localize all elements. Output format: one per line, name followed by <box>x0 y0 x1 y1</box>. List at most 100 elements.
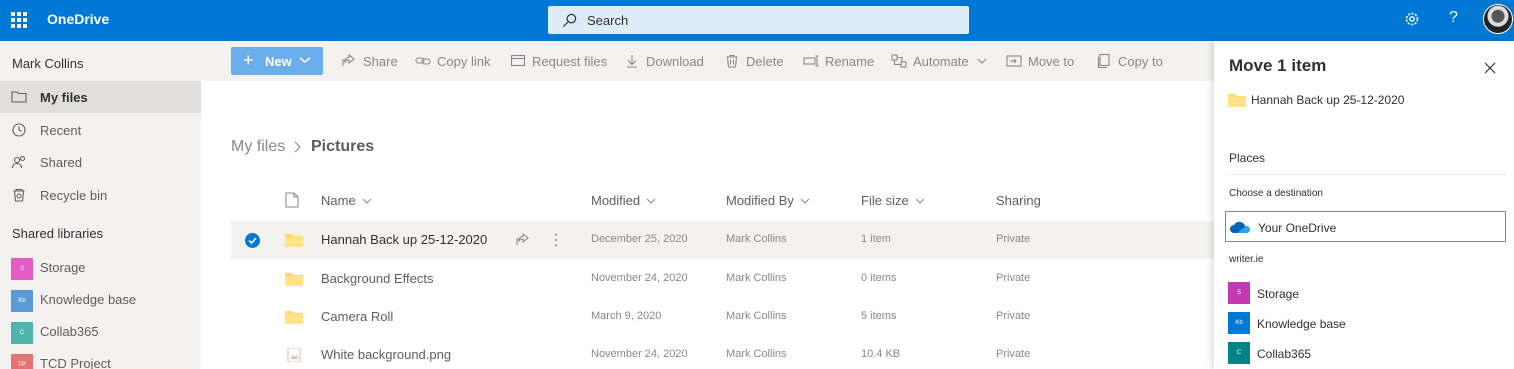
onedrive-cloud-icon <box>1230 221 1251 233</box>
places-heading: Places <box>1229 151 1266 165</box>
copy-icon <box>1097 53 1110 69</box>
panel-title: Move 1 item <box>1229 56 1327 75</box>
image-file-icon <box>287 348 301 362</box>
folder-icon <box>285 234 303 247</box>
table-row[interactable]: Camera Roll March 9, 2020 Mark Collins 5… <box>231 298 1214 336</box>
library-label: TCD Project <box>40 356 111 369</box>
folder-icon <box>285 311 303 324</box>
choose-destination-label: Choose a destination <box>1229 188 1323 199</box>
modified-date: November 24, 2020 <box>591 272 688 284</box>
plus-icon: + <box>243 50 254 70</box>
share-icon <box>342 53 355 66</box>
nav-library-knowledge-base[interactable]: Kb Knowledge base <box>0 283 201 315</box>
close-icon[interactable] <box>1484 62 1496 74</box>
automate-icon <box>891 54 907 68</box>
help-icon[interactable]: ? <box>1449 9 1458 27</box>
chevron-down-icon <box>915 198 925 204</box>
app-name[interactable]: OneDrive <box>47 11 109 27</box>
chevron-down-icon <box>977 58 987 64</box>
avatar[interactable] <box>1483 4 1513 34</box>
file-size: 0 items <box>861 272 897 284</box>
library-label: Knowledge base <box>1257 317 1346 331</box>
nav-item-my-files[interactable]: My files <box>0 81 201 113</box>
nav-item-recent[interactable]: Recent <box>0 114 201 146</box>
column-header-modified[interactable]: Modified <box>591 193 656 208</box>
nav-library-tcd-project[interactable]: TP TCD Project <box>0 347 201 369</box>
file-size: 1 item <box>861 233 891 245</box>
table-row[interactable]: Background Effects November 24, 2020 Mar… <box>231 260 1214 298</box>
nav-item-recycle-bin[interactable]: Recycle bin <box>0 179 201 211</box>
shared-libraries-heading: Shared libraries <box>12 226 104 241</box>
modified-date: December 25, 2020 <box>591 233 688 245</box>
file-type-icon[interactable] <box>285 192 299 208</box>
library-badge: Kb <box>1228 312 1250 334</box>
library-label: Knowledge base <box>40 292 137 307</box>
modified-by: Mark Collins <box>726 310 787 322</box>
move-panel: Move 1 item Hannah Back up 25-12-2020 Pl… <box>1214 41 1514 369</box>
recycle-bin-icon <box>13 188 25 202</box>
download-icon <box>627 55 637 68</box>
more-vertical-icon[interactable] <box>553 232 559 248</box>
file-name[interactable]: Camera Roll <box>321 309 393 324</box>
checkmark-icon[interactable] <box>245 233 260 248</box>
user-name: Mark Collins <box>12 56 84 71</box>
site-group-label: writer.ie <box>1229 254 1264 265</box>
destination-library-collab365[interactable]: C Collab365 <box>1228 342 1498 364</box>
file-name[interactable]: White background.png <box>321 347 451 362</box>
column-header-name[interactable]: Name <box>321 193 372 208</box>
search-input[interactable]: Search <box>587 13 628 28</box>
table-row[interactable]: White background.png November 24, 2020 M… <box>231 336 1214 369</box>
folder-icon <box>1228 94 1246 107</box>
column-header-sharing[interactable]: Sharing <box>996 193 1041 208</box>
modified-by: Mark Collins <box>726 348 787 360</box>
modified-by: Mark Collins <box>726 272 787 284</box>
divider <box>1229 174 1506 175</box>
app-launcher-icon[interactable] <box>11 12 27 28</box>
nav-item-shared[interactable]: Shared <box>0 146 201 178</box>
link-icon <box>415 57 431 65</box>
trash-icon <box>726 54 738 68</box>
column-header-file-size[interactable]: File size <box>861 193 925 208</box>
nav-item-label: My files <box>40 90 88 105</box>
top-bar: OneDrive Search ? <box>0 0 1514 41</box>
column-header-modified-by[interactable]: Modified By <box>726 193 810 208</box>
destination-label: Your OneDrive <box>1258 221 1337 235</box>
chevron-right-icon <box>294 141 301 153</box>
sharing-status: Private <box>996 272 1031 284</box>
left-navigation: Mark Collins My files Recent Shared Recy… <box>0 41 201 369</box>
library-badge: TP <box>11 354 33 369</box>
library-label: Collab365 <box>40 324 99 339</box>
nav-library-collab365[interactable]: C Collab365 <box>0 315 201 347</box>
new-button[interactable]: + New <box>231 47 323 75</box>
file-name[interactable]: Background Effects <box>321 271 434 286</box>
file-size: 10.4 KB <box>861 348 901 360</box>
library-badge: S <box>11 258 33 280</box>
destination-library-storage[interactable]: S Storage <box>1228 282 1498 304</box>
nav-library-storage[interactable]: S Storage <box>0 251 201 283</box>
chevron-down-icon <box>362 198 372 204</box>
clock-icon <box>12 123 26 137</box>
library-label: Storage <box>1257 287 1300 301</box>
destination-library-knowledge-base[interactable]: Kb Knowledge base <box>1228 312 1498 334</box>
library-label: Storage <box>40 260 86 275</box>
search-icon <box>562 13 577 28</box>
library-badge: S <box>1228 282 1250 304</box>
share-icon[interactable] <box>515 232 531 248</box>
destination-your-onedrive[interactable]: Your OneDrive <box>1225 211 1506 242</box>
nav-item-label: Recent <box>40 123 82 138</box>
folder-icon <box>285 273 303 286</box>
breadcrumb-my-files[interactable]: My files <box>231 138 285 156</box>
sharing-status: Private <box>996 348 1031 360</box>
people-icon <box>11 155 26 169</box>
breadcrumb-current: Pictures <box>311 138 375 155</box>
modified-date: November 24, 2020 <box>591 348 688 360</box>
file-name[interactable]: Hannah Back up 25-12-2020 <box>321 232 487 247</box>
library-label: Collab365 <box>1257 347 1312 361</box>
table-row[interactable]: Hannah Back up 25-12-2020 December 25, 2… <box>231 221 1214 259</box>
library-badge: C <box>11 322 33 344</box>
search-box[interactable]: Search <box>548 6 969 34</box>
gear-icon[interactable] <box>1403 10 1421 28</box>
sharing-status: Private <box>996 233 1031 245</box>
sharing-status: Private <box>996 310 1031 322</box>
library-badge: C <box>1228 342 1250 364</box>
